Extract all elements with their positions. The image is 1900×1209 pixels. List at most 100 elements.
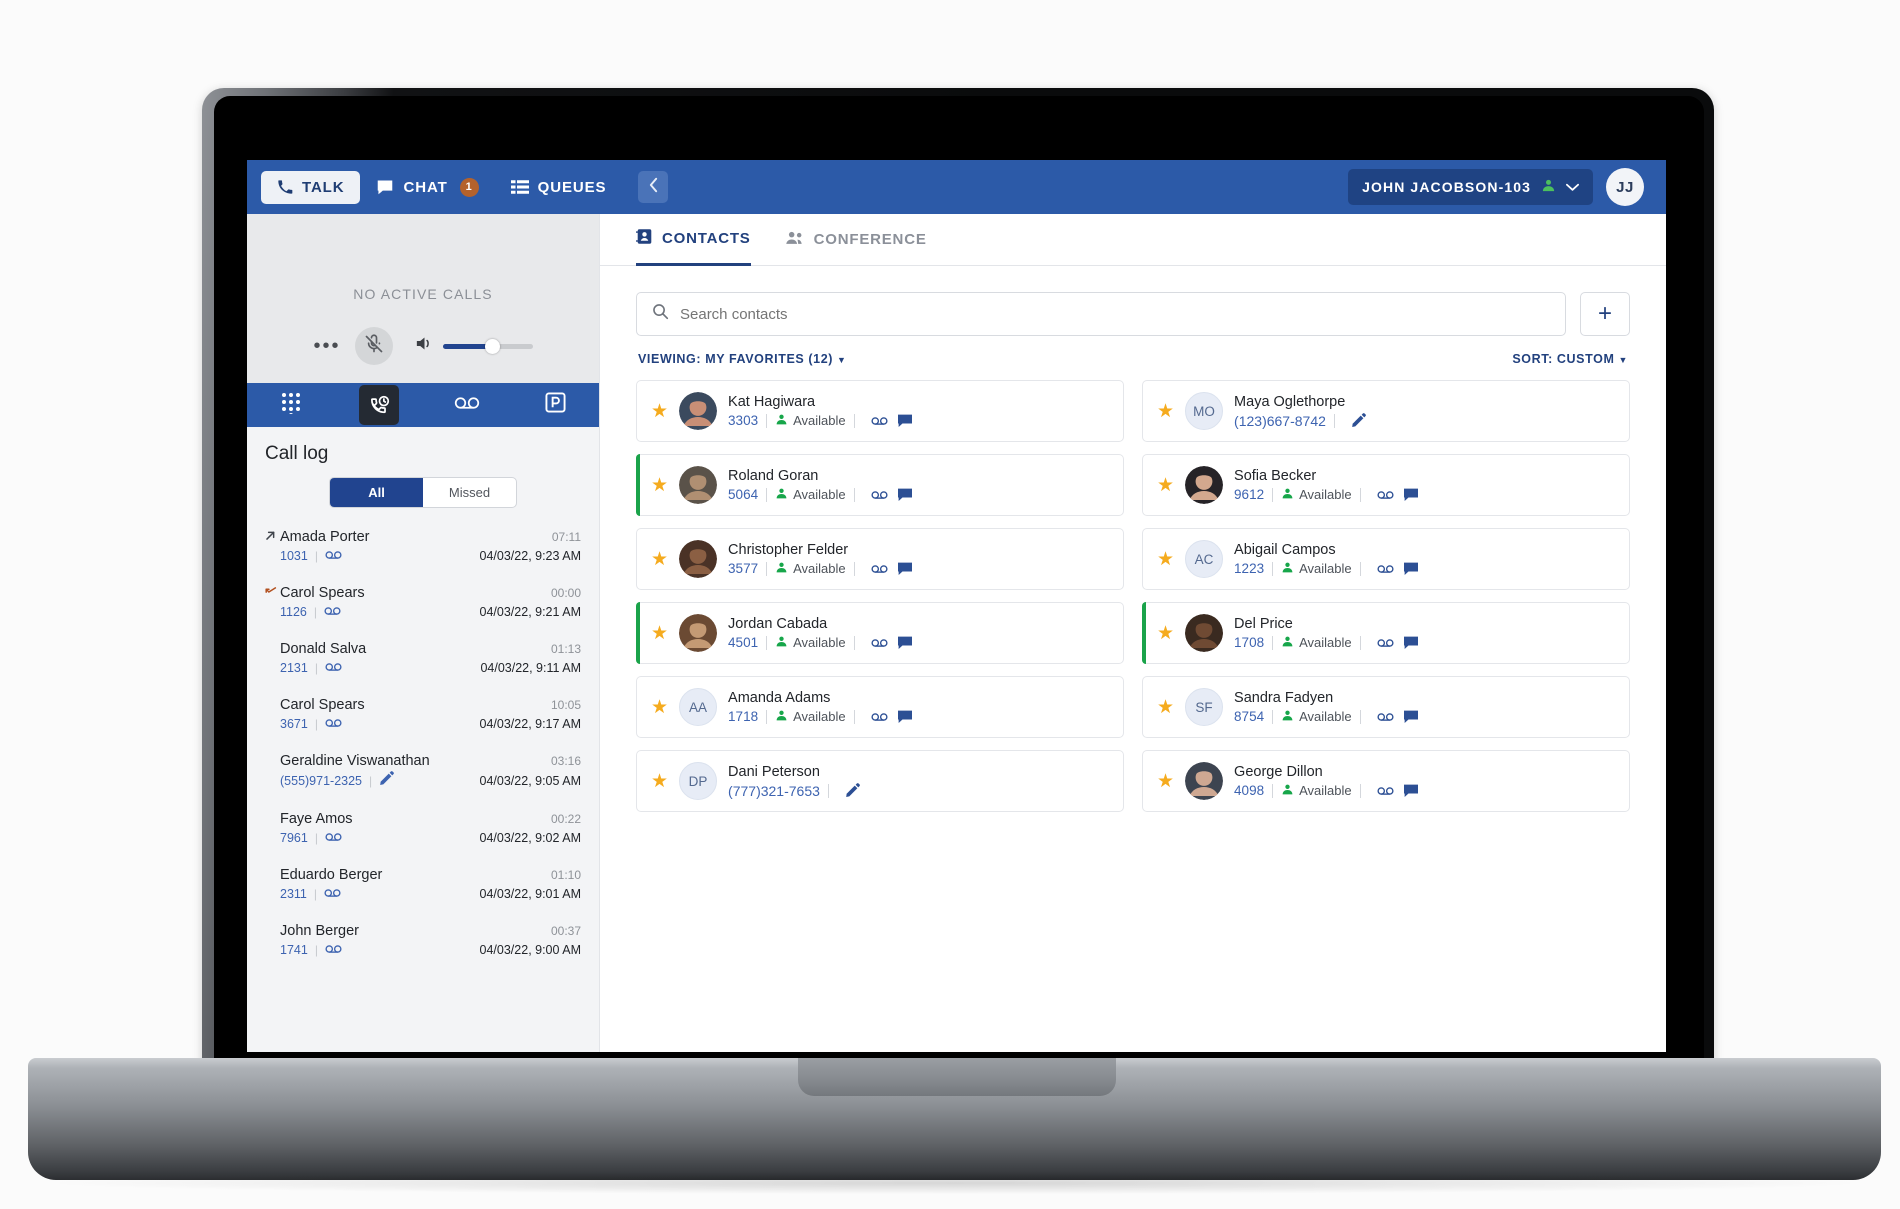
tab-contacts[interactable]: CONTACTS [636,214,751,266]
volume-slider[interactable] [442,338,533,354]
divider [853,709,855,724]
voicemail-icon-button[interactable] [423,383,511,427]
voicemail-icon[interactable] [871,490,888,500]
microphone-muted-icon [364,333,384,359]
chat-icon[interactable] [1403,562,1419,576]
voicemail-icon[interactable] [1377,564,1394,574]
favorite-star-icon[interactable]: ★ [1157,696,1174,719]
call-log-row[interactable]: Carol Spears 10:05 3671 | 04/03/22, 9:17… [265,688,581,744]
chat-icon[interactable] [897,710,913,724]
contact-card[interactable]: ★ Sofia Becker 9612 Available [1142,454,1630,516]
favorite-star-icon[interactable]: ★ [1157,548,1174,571]
contact-card[interactable]: ★ Kat Hagiwara 3303 Available [636,380,1124,442]
collapse-panel-button[interactable] [638,171,669,203]
more-options-icon[interactable]: ••• [313,336,340,356]
volume-slider-knob[interactable] [484,338,500,354]
contact-card[interactable]: ★ Christopher Felder 3577 Available [636,528,1124,590]
voicemail-icon[interactable] [871,638,888,648]
chat-icon[interactable] [897,636,913,650]
search-icon [652,303,669,325]
voicemail-icon[interactable] [324,885,341,903]
contact-card[interactable]: ★ SF Sandra Fadyen 8754 Available [1142,676,1630,738]
favorite-star-icon[interactable]: ★ [1157,400,1174,423]
voicemail-icon[interactable] [1377,786,1394,796]
contact-card[interactable]: ★ Del Price 1708 Available [1142,602,1630,664]
user-avatar[interactable]: JJ [1606,168,1644,206]
speaker-icon[interactable] [415,335,434,357]
chat-icon[interactable] [897,562,913,576]
contact-card[interactable]: ★ AA Amanda Adams 1718 Available [636,676,1124,738]
favorite-star-icon[interactable]: ★ [1157,622,1174,645]
favorite-star-icon[interactable]: ★ [651,548,668,571]
call-log-row-bottom: (555)971-2325 | 04/03/22, 9:05 AM [265,771,581,791]
viewing-filter-dropdown[interactable]: VIEWING: MY FAVORITES (12) ▼ [638,352,847,366]
contact-card[interactable]: ★ DP Dani Peterson (777)321-7653 [636,750,1124,812]
call-log-row[interactable]: Eduardo Berger 01:10 2311 | 04/03/22, 9:… [265,858,581,914]
nav-tab-queues[interactable]: QUEUES [495,171,623,204]
contact-name: Roland Goran [728,468,819,485]
contact-name: Dani Peterson [728,764,820,781]
nav-tab-talk[interactable]: TALK [261,170,361,204]
chat-icon[interactable] [1403,784,1419,798]
voicemail-icon[interactable] [325,547,342,565]
contact-card[interactable]: ★ Jordan Cabada 4501 Available [636,602,1124,664]
contact-extension: (777)321-7653 [728,782,820,799]
user-status-menu[interactable]: JOHN JACOBSON-103 [1348,169,1593,205]
voicemail-icon[interactable] [1377,638,1394,648]
favorite-star-icon[interactable]: ★ [651,474,668,497]
call-history-icon-button[interactable] [335,383,423,427]
voicemail-icon[interactable] [325,715,342,733]
contact-card[interactable]: ★ MO Maya Oglethorpe (123)667-8742 [1142,380,1630,442]
call-log-row[interactable]: Amada Porter 07:11 1031 | 04/03/22, 9:23… [265,520,581,576]
park-icon-button[interactable] [511,383,599,427]
favorite-star-icon[interactable]: ★ [1157,474,1174,497]
edit-icon[interactable] [845,783,860,798]
keypad-icon-button[interactable] [247,383,335,427]
edit-icon[interactable] [1351,413,1366,428]
contact-name: Del Price [1234,616,1293,633]
call-log-row[interactable]: Carol Spears 00:00 1126 | 04/03/22, 9:21… [265,576,581,632]
voicemail-icon[interactable] [325,659,342,677]
chat-icon[interactable] [1403,710,1419,724]
voicemail-icon[interactable] [1377,712,1394,722]
mute-toggle-button[interactable] [354,327,393,365]
sort-dropdown[interactable]: SORT: CUSTOM ▼ [1512,352,1628,366]
tab-conference[interactable]: CONFERENCE [785,214,927,266]
topnav-right-group: JOHN JACOBSON-103 JJ [1348,168,1644,206]
search-input[interactable] [680,305,1550,323]
voicemail-icon[interactable] [324,603,341,621]
call-log-filter-missed[interactable]: Missed [423,478,516,507]
voicemail-icon[interactable] [871,564,888,574]
favorite-star-icon[interactable]: ★ [651,770,668,793]
favorite-star-icon[interactable]: ★ [651,400,668,423]
contact-actions [871,710,913,724]
divider [1272,561,1274,576]
search-contacts-box[interactable] [636,292,1566,336]
call-log-row[interactable]: Faye Amos 00:22 7961 | 04/03/22, 9:02 AM [265,802,581,858]
chat-icon[interactable] [897,414,913,428]
add-contact-button[interactable]: + [1580,292,1630,336]
call-log-filter-all[interactable]: All [330,478,423,507]
contact-card[interactable]: ★ AC Abigail Campos 1223 Available [1142,528,1630,590]
call-log-row[interactable]: Geraldine Viswanathan 03:16 (555)971-232… [265,744,581,802]
voicemail-icon[interactable] [871,416,888,426]
voicemail-icon[interactable] [325,941,342,959]
contact-extension: 9612 [1234,487,1265,503]
contact-card[interactable]: ★ George Dillon 4098 Available [1142,750,1630,812]
call-log-list[interactable]: Amada Porter 07:11 1031 | 04/03/22, 9:23… [247,508,599,1052]
contact-card[interactable]: ★ Roland Goran 5064 Available [636,454,1124,516]
chat-icon[interactable] [1403,636,1419,650]
chat-icon[interactable] [897,488,913,502]
voicemail-icon[interactable] [1377,490,1394,500]
favorite-star-icon[interactable]: ★ [651,622,668,645]
favorite-star-icon[interactable]: ★ [651,696,668,719]
edit-icon[interactable] [379,771,394,791]
favorite-star-icon[interactable]: ★ [1157,770,1174,793]
voicemail-icon[interactable] [871,712,888,722]
chat-icon[interactable] [1403,488,1419,502]
laptop-base-notch [798,1058,1116,1096]
call-log-row[interactable]: Donald Salva 01:13 2131 | 04/03/22, 9:11… [265,632,581,688]
call-log-row[interactable]: John Berger 00:37 1741 | 04/03/22, 9:00 … [265,914,581,970]
voicemail-icon[interactable] [325,829,342,847]
nav-tab-chat[interactable]: CHAT 1 [360,170,494,205]
